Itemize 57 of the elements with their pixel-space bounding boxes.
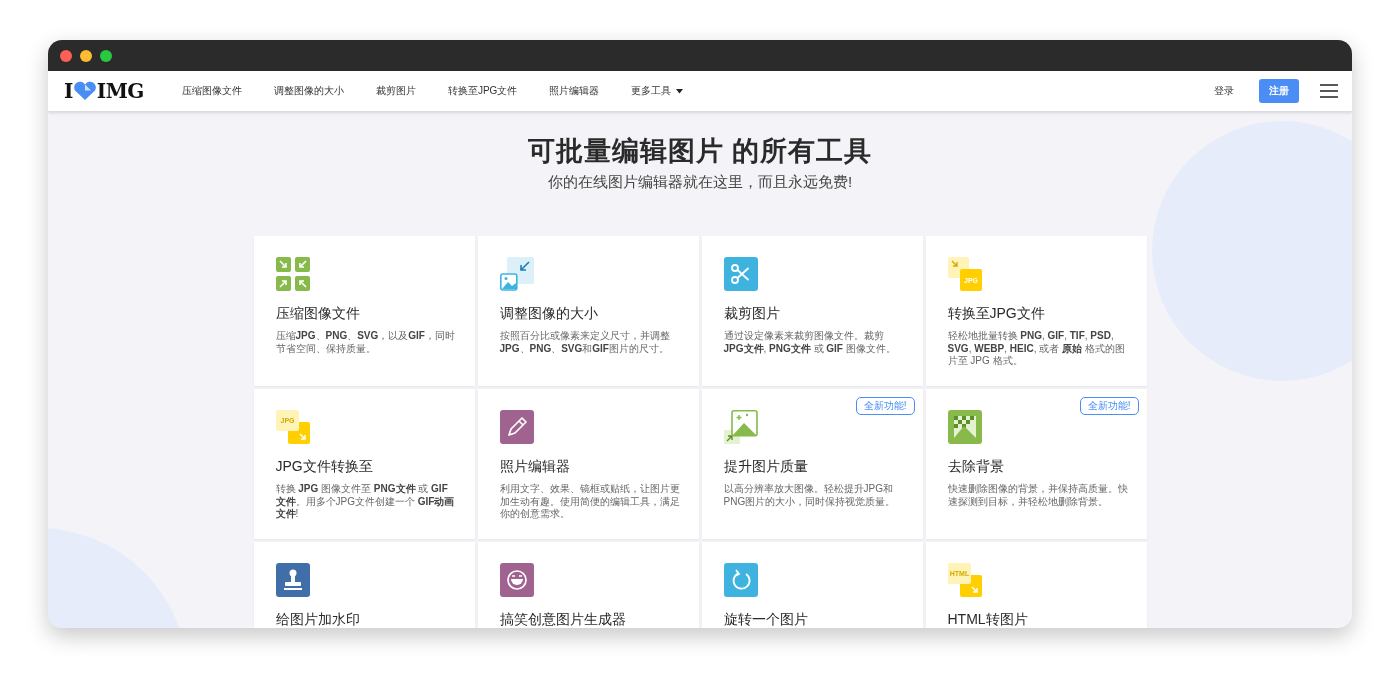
tool-description: 以高分辨率放大图像。轻松提升JPG和PNG图片的大小，同时保持视觉质量。 bbox=[723, 483, 897, 508]
image-checker-icon bbox=[947, 410, 982, 444]
more-tools-dropdown[interactable]: 更多工具 bbox=[615, 80, 700, 102]
tool-title[interactable]: 旋转一个图片 bbox=[723, 611, 905, 628]
nav-link[interactable]: 压缩图像文件 bbox=[165, 80, 258, 102]
tool-description: 轻松地批量转换 PNG, GIF, TIF, PSD, SVG, WEBP, HEIC, 或者 原始 格式的图片至 JPG 格式。 bbox=[947, 330, 1126, 368]
resize-image-icon bbox=[499, 257, 534, 291]
tool-card[interactable]: 照片编辑器 利用文字、效果、镜框或贴纸，让图片更加生动有趣。使用简便的编辑工具，满足你的创意需求。 bbox=[477, 389, 699, 539]
heart-icon bbox=[72, 81, 97, 101]
tool-title[interactable]: 去除背景 bbox=[947, 458, 1129, 476]
tool-card[interactable]: 调整图像的大小 按照百分比或像素来定义尺寸，并调整JPG、PNG、SVG和GIF图片的尺寸。 bbox=[477, 236, 699, 386]
logo-text: IMG bbox=[96, 79, 144, 103]
tool-description: 快速删除图像的背景，并保持高质量。快速探测到目标，并轻松地删除背景。 bbox=[947, 483, 1129, 508]
scissors-icon bbox=[723, 257, 758, 291]
tool-description: 压缩JPG、PNG、SVG，以及GIF，同时节省空间、保持质量。 bbox=[275, 330, 456, 355]
login-link[interactable]: 登录 bbox=[1198, 80, 1250, 102]
zoom-button[interactable] bbox=[100, 49, 112, 62]
nav-link[interactable]: 调整图像的大小 bbox=[257, 80, 360, 102]
compress-arrows-icon bbox=[275, 257, 310, 291]
logo-text: I bbox=[64, 79, 73, 103]
tool-title[interactable]: 提升图片质量 bbox=[723, 458, 905, 476]
new-feature-badge: 全新功能! bbox=[855, 397, 915, 415]
rotate-icon bbox=[723, 563, 758, 597]
tool-title[interactable]: 给图片加水印 bbox=[275, 611, 457, 628]
close-button[interactable] bbox=[60, 49, 72, 62]
tool-card[interactable]: 旋转一个图片 bbox=[701, 542, 923, 628]
minimize-button[interactable] bbox=[80, 49, 92, 62]
tool-card[interactable]: 裁剪图片 通过设定像素来裁剪图像文件。裁剪 JPG文件, PNG文件 或 GIF 图像文件。 bbox=[701, 236, 923, 386]
tool-description: 通过设定像素来裁剪图像文件。裁剪 JPG文件, PNG文件 或 GIF 图像文件。 bbox=[723, 330, 897, 355]
tool-title[interactable]: HTML转图片 bbox=[947, 611, 1129, 628]
tool-title[interactable]: JPG文件转换至 bbox=[275, 458, 457, 476]
tool-card[interactable]: 压缩图像文件 压缩JPG、PNG、SVG，以及GIF，同时节省空间、保持质量。 bbox=[253, 236, 475, 386]
nav-link[interactable]: 裁剪图片 bbox=[359, 80, 432, 102]
tool-title[interactable]: 转换至JPG文件 bbox=[947, 305, 1129, 323]
tool-title[interactable]: 照片编辑器 bbox=[499, 458, 681, 476]
tool-title[interactable]: 搞笑创意图片生成器 bbox=[499, 611, 681, 628]
caret-icon bbox=[676, 88, 684, 94]
tool-title[interactable]: 裁剪图片 bbox=[723, 305, 905, 323]
nav-link[interactable]: 照片编辑器 bbox=[533, 80, 616, 102]
tool-description: 转换 JPG 图像文件至 PNG文件 或 GIF文件。用多个JPG文件创建一个 GIF动画文件! bbox=[275, 483, 456, 521]
image-upscale-icon bbox=[723, 410, 758, 444]
pencil-icon bbox=[499, 410, 534, 444]
tool-title[interactable]: 调整图像的大小 bbox=[499, 305, 681, 323]
smiley-icon bbox=[499, 563, 534, 597]
menu-icon[interactable] bbox=[1320, 84, 1338, 98]
tool-title[interactable]: 压缩图像文件 bbox=[275, 305, 457, 323]
new-feature-badge: 全新功能! bbox=[1079, 397, 1139, 415]
tool-card[interactable]: 搞笑创意图片生成器 bbox=[477, 542, 699, 628]
nav-link[interactable]: 转换至JPG文件 bbox=[431, 80, 534, 102]
stamp-icon bbox=[275, 563, 310, 597]
page-subtitle: 你的在线图片编辑器就在这里，而且永远免费! bbox=[547, 173, 853, 192]
tool-description: 利用文字、效果、镜框或贴纸，让图片更加生动有趣。使用简便的编辑工具，满足你的创意需求。 bbox=[499, 483, 681, 521]
tool-card[interactable]: 全新功能! 提升图片质量 以高分辨率放大图像。轻松提升JPG和PNG图片的大小，同时保持视觉质量。 bbox=[701, 389, 923, 539]
tool-card[interactable]: 全新功能! 去除背景 快速删除图像的背景，并保持高质量。快速探测到目标，并轻松地删除背景。 bbox=[925, 389, 1147, 539]
tool-description: 按照百分比或像素来定义尺寸，并调整JPG、PNG、SVG和GIF图片的尺寸。 bbox=[499, 330, 671, 355]
tool-card[interactable]: 给图片加水印 bbox=[253, 542, 475, 628]
page-heading: 可批量编辑图片 的所有工具 bbox=[527, 135, 873, 168]
